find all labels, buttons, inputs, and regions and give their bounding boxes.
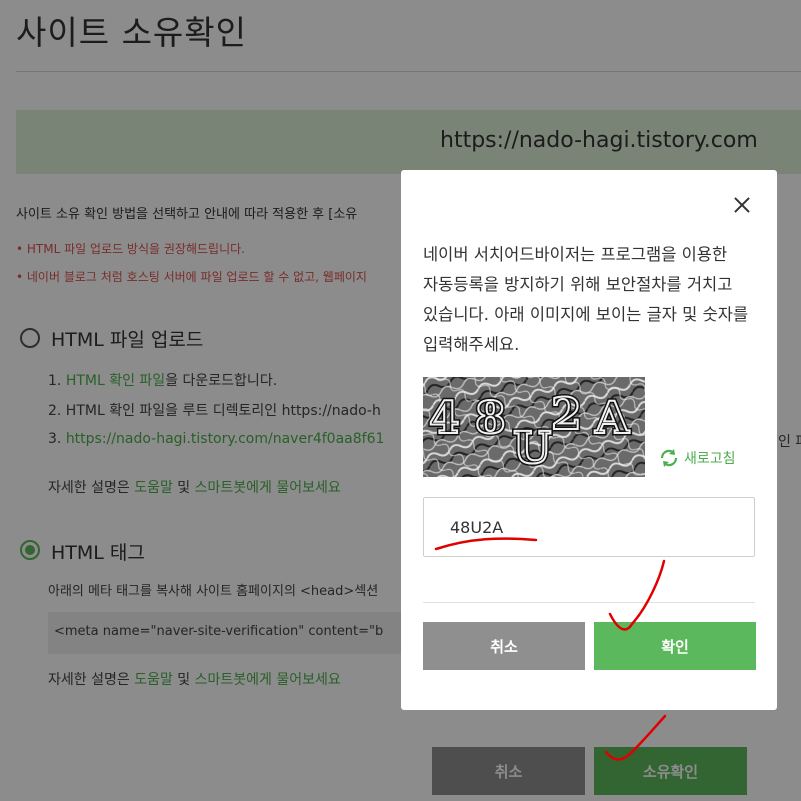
refresh-button[interactable]: 새로고침 — [659, 448, 736, 468]
modal-divider — [423, 602, 755, 603]
close-icon[interactable] — [731, 194, 753, 216]
captcha-input[interactable] — [423, 497, 755, 557]
modal-confirm-button[interactable]: 확인 — [594, 622, 756, 670]
refresh-icon — [660, 449, 678, 467]
captcha-image: 4 8 U 2 A 4 8 U 2 A — [423, 377, 645, 477]
captcha-instructions: 네이버 서치어드바이저는 프로그램을 이용한 자동등록을 방지하기 위해 보안절… — [423, 245, 749, 354]
captcha-char-5-outline: A — [594, 393, 630, 444]
modal-cancel-button[interactable]: 취소 — [423, 622, 585, 670]
refresh-label: 새로고침 — [684, 451, 736, 467]
captcha-char-1-outline: 4 — [429, 393, 460, 444]
captcha-modal: 네이버 서치어드바이저는 프로그램을 이용한 자동등록을 방지하기 위해 보안절… — [401, 170, 777, 710]
captcha-char-2-outline: 8 — [475, 393, 506, 444]
captcha-char-4-outline: 2 — [551, 389, 582, 440]
captcha-char-3-outline: U — [513, 423, 551, 474]
